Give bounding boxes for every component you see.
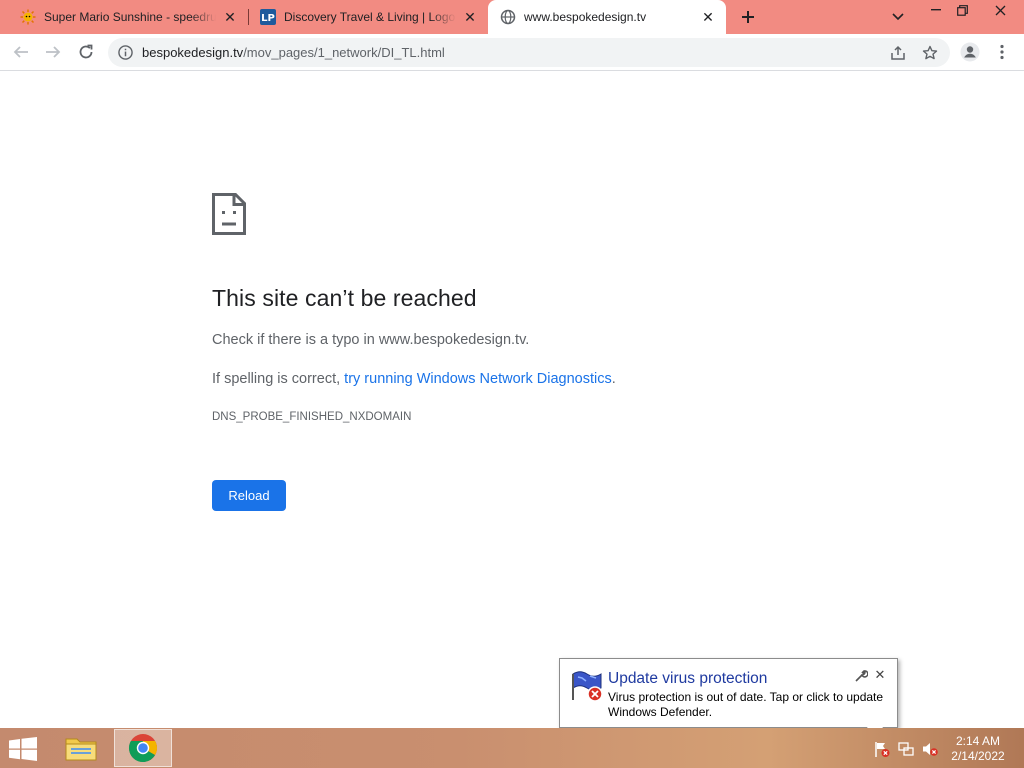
menu-button[interactable] <box>990 40 1014 64</box>
share-button[interactable] <box>888 43 908 63</box>
restore-button[interactable] <box>946 0 978 20</box>
share-icon <box>891 45 905 60</box>
refresh-icon <box>79 44 93 59</box>
url-text[interactable]: bespokedesign.tv/mov_pages/1_network/DI_… <box>142 45 445 60</box>
tab-strip: Super Mario Sunshine - speedrun ✕ LP Dis… <box>0 0 1024 34</box>
close-icon <box>995 5 1005 15</box>
tab-close-icon[interactable]: ✕ <box>462 9 478 25</box>
network-diagnostics-link[interactable]: try running Windows Network Diagnostics <box>344 371 612 387</box>
taskbar: 2:14 AM 2/14/2022 <box>0 728 1024 768</box>
bookmark-button[interactable] <box>920 43 940 63</box>
notification-title: Update virus protection <box>608 670 768 687</box>
notification-text: Virus protection is out of date. Tap or … <box>608 690 884 719</box>
tab-search-button[interactable] <box>888 8 908 26</box>
suggestion-prefix: If spelling is correct, <box>212 371 345 387</box>
profile-button[interactable] <box>958 40 982 64</box>
network-icon[interactable] <box>898 741 914 757</box>
chrome-icon <box>128 734 157 763</box>
arrow-right-icon <box>46 46 61 58</box>
shine-sprite-icon <box>20 9 36 25</box>
chrome-taskbar-button[interactable] <box>114 729 172 767</box>
tab-title: www.bespokedesign.tv <box>524 10 647 24</box>
tab-title: Discovery Travel & Living | Logopedia <box>284 10 456 24</box>
arrow-left-icon <box>13 46 28 58</box>
tab-title: Super Mario Sunshine - speedrun <box>44 10 216 24</box>
avatar-icon <box>960 42 980 62</box>
reload-button[interactable]: Reload <box>212 480 286 511</box>
wrench-icon[interactable] <box>854 669 868 683</box>
star-icon <box>922 45 938 60</box>
file-explorer-taskbar-button[interactable] <box>52 729 110 767</box>
error-code: DNS_PROBE_FINISHED_NXDOMAIN <box>212 411 412 423</box>
windows-start-icon[interactable] <box>8 737 38 761</box>
address-bar[interactable]: bespokedesign.tv/mov_pages/1_network/DI_… <box>108 38 950 67</box>
new-tab-button[interactable] <box>736 5 760 29</box>
url-domain: bespokedesign.tv <box>142 45 244 60</box>
system-clock[interactable]: 2:14 AM 2/14/2022 <box>948 734 1008 764</box>
action-center-flag-icon[interactable] <box>874 741 890 757</box>
clock-time: 2:14 AM <box>955 734 1001 748</box>
error-suggestion-diagnostics: If spelling is correct, try running Wind… <box>212 371 616 387</box>
speaker-muted-icon[interactable] <box>922 741 938 757</box>
tab-close-icon[interactable]: ✕ <box>222 9 238 25</box>
sad-page-icon <box>212 193 246 235</box>
minimize-icon <box>931 9 941 11</box>
plus-icon <box>742 11 754 23</box>
tab-close-icon[interactable]: ✕ <box>700 9 716 25</box>
restore-icon <box>956 4 968 16</box>
forward-button[interactable] <box>41 40 65 64</box>
reload-toolbar-button[interactable] <box>74 40 98 64</box>
windows-defender-flag-icon <box>572 671 603 702</box>
chevron-down-icon <box>892 13 904 21</box>
more-vert-icon <box>1000 44 1004 60</box>
tab-bespokedesign[interactable]: www.bespokedesign.tv ✕ <box>488 0 726 34</box>
close-window-button[interactable] <box>984 0 1016 20</box>
url-path: /mov_pages/1_network/DI_TL.html <box>243 45 445 60</box>
info-icon[interactable] <box>118 45 133 60</box>
error-suggestion-typo: Check if there is a typo in www.bespoked… <box>212 332 530 348</box>
virus-protection-notification[interactable]: Update virus protection Virus protection… <box>559 658 898 728</box>
back-button[interactable] <box>9 40 33 64</box>
svg-text:LP: LP <box>261 13 275 24</box>
lp-logo-icon: LP <box>260 9 276 25</box>
suggestion-suffix: . <box>611 371 616 387</box>
tab-discovery-travel[interactable]: LP Discovery Travel & Living | Logopedia… <box>248 0 488 34</box>
tab-super-mario[interactable]: Super Mario Sunshine - speedrun ✕ <box>8 0 248 34</box>
page-content: This site can’t be reached Check if ther… <box>0 72 1024 728</box>
browser-toolbar: bespokedesign.tv/mov_pages/1_network/DI_… <box>0 34 1024 71</box>
notification-close-icon[interactable]: ✕ <box>873 668 887 682</box>
folder-icon <box>65 738 97 761</box>
error-heading: This site can’t be reached <box>212 285 477 311</box>
globe-icon <box>500 9 516 25</box>
clock-date: 2/14/2022 <box>951 749 1005 763</box>
